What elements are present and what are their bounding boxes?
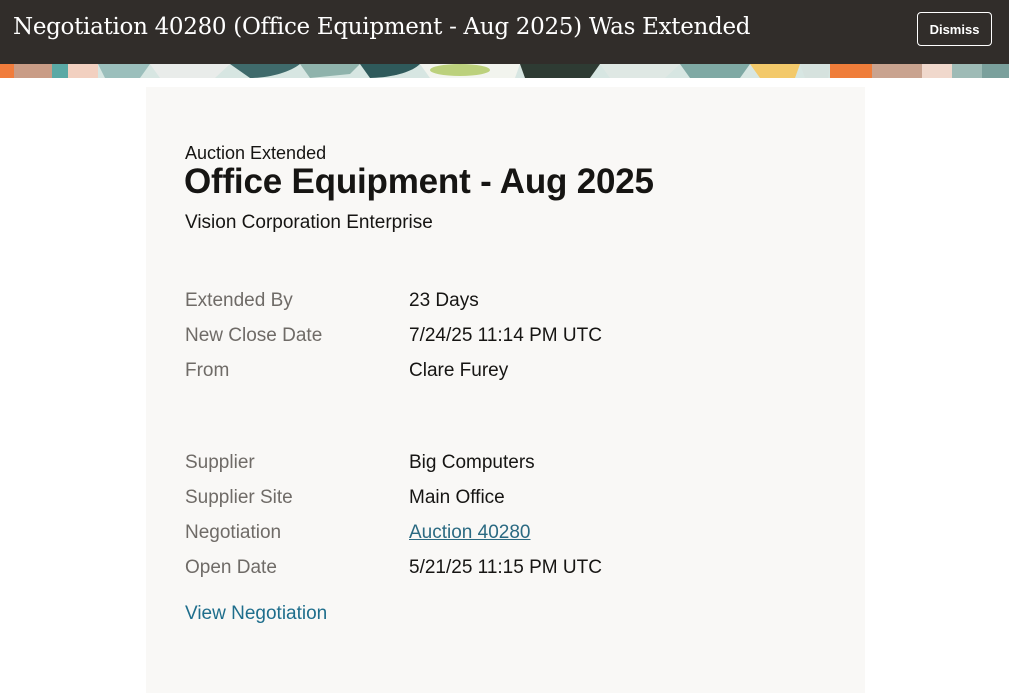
view-negotiation-link[interactable]: View Negotiation bbox=[185, 603, 327, 625]
decorative-banner bbox=[0, 64, 1009, 78]
new-close-date-label: New Close Date bbox=[185, 325, 323, 346]
card-subtitle: Auction Extended bbox=[185, 143, 327, 163]
extended-by-value: 23 Days bbox=[409, 290, 479, 311]
dismiss-button[interactable]: Dismiss bbox=[917, 12, 992, 46]
extended-by-label: Extended By bbox=[185, 290, 293, 311]
negotiation-link[interactable]: Auction 40280 bbox=[409, 522, 531, 544]
open-date-value: 5/21/25 11:15 PM UTC bbox=[409, 557, 602, 578]
supplier-site-value: Main Office bbox=[409, 487, 505, 508]
notification-header: Negotiation 40280 (Office Equipment - Au… bbox=[0, 0, 1009, 64]
card-title: Office Equipment - Aug 2025 bbox=[184, 162, 654, 201]
supplier-value: Big Computers bbox=[409, 452, 535, 473]
new-close-date-value: 7/24/25 11:14 PM UTC bbox=[409, 325, 602, 346]
supplier-site-label: Supplier Site bbox=[185, 487, 293, 508]
from-label: From bbox=[185, 360, 230, 381]
supplier-label: Supplier bbox=[185, 452, 255, 473]
notification-title: Negotiation 40280 (Office Equipment - Au… bbox=[13, 14, 751, 40]
organization-name: Vision Corporation Enterprise bbox=[185, 212, 433, 233]
from-value: Clare Furey bbox=[409, 360, 509, 381]
negotiation-label: Negotiation bbox=[185, 522, 282, 543]
open-date-label: Open Date bbox=[185, 557, 277, 578]
